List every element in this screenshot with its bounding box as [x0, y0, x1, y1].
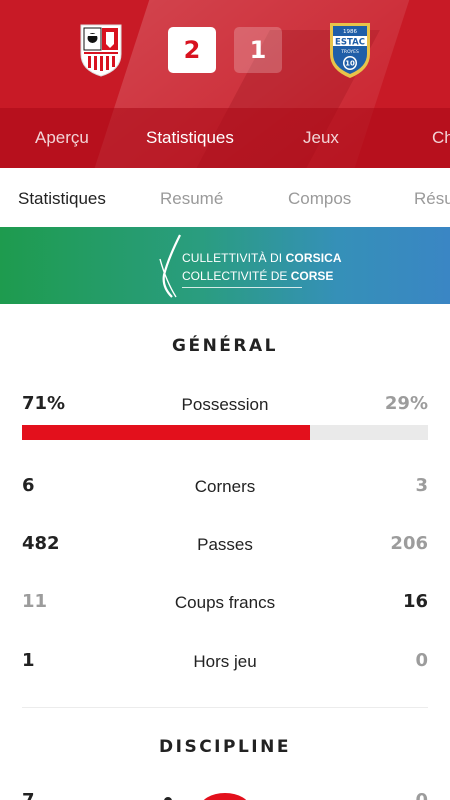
away-score: 1	[234, 27, 282, 73]
match-header: 2 1 1986 ESTAC TROYES 10 Aperçu Statisti…	[0, 0, 450, 168]
stat-row-corners: 6 Corners 3	[0, 475, 450, 505]
stat-row-possession: 71% Possession 29%	[0, 393, 450, 423]
offsides-away: 0	[415, 650, 428, 671]
free-kicks-away: 16	[402, 591, 428, 612]
section-divider	[22, 707, 428, 708]
estac-troyes-crest-icon[interactable]: 1986 ESTAC TROYES 10	[326, 20, 374, 80]
stat-row-passes: 482 Passes 206	[0, 533, 450, 563]
svg-text:ESTAC: ESTAC	[335, 38, 365, 48]
sponsor-banner[interactable]: CULLETTIVITÀ DI CORSICA COLLECTIVITÉ DE …	[0, 227, 450, 304]
svg-text:10: 10	[345, 60, 355, 68]
subtab-compos[interactable]: Compos	[288, 189, 351, 209]
sponsor-line-corsica: CULLETTIVITÀ DI CORSICA	[182, 251, 342, 265]
possession-away: 29%	[384, 393, 428, 414]
tab-statistiques[interactable]: Statistiques	[146, 128, 234, 148]
svg-text:TROYES: TROYES	[340, 49, 359, 55]
svg-text:1986: 1986	[343, 29, 357, 35]
possession-bar-fill	[22, 425, 311, 440]
possession-bar	[22, 425, 428, 440]
sponsor-underline	[182, 287, 302, 288]
stats-subtabs: Statistiques Resumé Compos Résu	[0, 168, 450, 228]
match-tabs: Aperçu Statistiques Jeux Ch	[0, 108, 450, 168]
stat-row-offsides: 1 Hors jeu 0	[0, 650, 450, 680]
subtab-statistiques[interactable]: Statistiques	[18, 189, 106, 209]
possession-label: Possession	[181, 395, 269, 414]
corners-away: 3	[415, 475, 428, 496]
free-kicks-label: Coups francs	[174, 593, 276, 612]
stat-row-free-kicks: 11 Coups francs 16	[0, 591, 450, 621]
home-score: 2	[168, 27, 216, 73]
section-title-general: GÉNÉRAL	[172, 336, 278, 356]
tab-partial[interactable]: Ch	[432, 128, 450, 148]
discipline-home-partial: 7	[22, 790, 35, 800]
ac-ajaccio-crest-icon[interactable]	[78, 22, 124, 78]
passes-label: Passes	[197, 535, 253, 554]
offsides-label: Hors jeu	[193, 652, 257, 671]
discipline-away-partial: 0	[415, 790, 428, 800]
sponsor-line-corse: COLLECTIVITÉ DE CORSE	[182, 269, 334, 283]
corsica-logo-icon	[159, 234, 181, 298]
tab-jeux[interactable]: Jeux	[303, 128, 339, 148]
subtab-resume[interactable]: Resumé	[160, 189, 223, 209]
subtab-partial[interactable]: Résu	[414, 189, 450, 209]
red-card-icon	[200, 793, 250, 800]
corners-label: Corners	[194, 477, 256, 496]
tab-apercu[interactable]: Aperçu	[35, 128, 89, 148]
passes-away: 206	[390, 533, 428, 554]
section-title-discipline: DISCIPLINE	[159, 737, 291, 757]
